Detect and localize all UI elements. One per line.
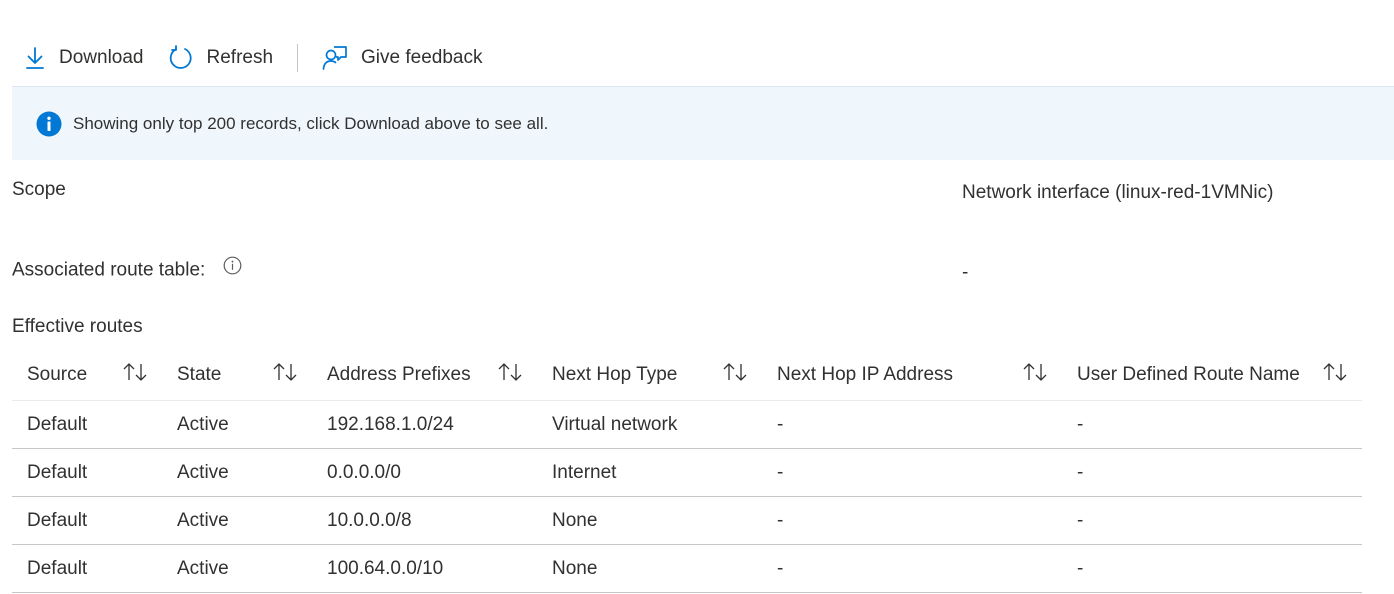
route-table-value: - (962, 262, 969, 283)
cell-next-hop-ip: - (777, 413, 784, 435)
column-header-source[interactable]: Source (12, 362, 162, 388)
cell-source: Default (27, 413, 88, 435)
info-banner: Showing only top 200 records, click Down… (12, 86, 1394, 160)
table-header-row: Source State Address Prefixes Next Hop T… (12, 350, 1362, 401)
table-row[interactable]: Default Active 10.0.0.0/8 None - - (12, 497, 1362, 545)
column-header-next-hop-ip-address[interactable]: Next Hop IP Address (762, 362, 1062, 388)
cell-next-hop-type: None (552, 509, 598, 531)
cell-next-hop-ip: - (777, 509, 784, 531)
effective-routes-title: Effective routes (12, 316, 143, 337)
sort-icon[interactable] (122, 362, 148, 388)
sort-icon[interactable] (1322, 362, 1348, 388)
cell-address-prefix: 0.0.0.0/0 (327, 461, 401, 483)
effective-routes-page: Download Refresh Give feedback Showing o… (0, 0, 1394, 594)
give-feedback-label: Give feedback (361, 47, 483, 68)
effective-routes-table: Source State Address Prefixes Next Hop T… (12, 350, 1362, 593)
info-icon (36, 111, 62, 137)
sort-icon[interactable] (722, 362, 748, 388)
column-header-label: Address Prefixes (327, 364, 471, 385)
cell-next-hop-type: Virtual network (552, 413, 678, 435)
column-header-next-hop-type[interactable]: Next Hop Type (537, 362, 762, 388)
column-header-label: Source (27, 364, 88, 385)
refresh-button[interactable]: Refresh (156, 38, 286, 78)
sort-icon[interactable] (1022, 362, 1048, 388)
cell-state: Active (177, 557, 229, 579)
cell-state: Active (177, 509, 229, 531)
table-row[interactable]: Default Active 100.64.0.0/10 None - - (12, 545, 1362, 593)
give-feedback-button[interactable]: Give feedback (310, 38, 494, 78)
toolbar: Download Refresh Give feedback (12, 38, 495, 78)
refresh-icon (168, 45, 194, 71)
cell-state: Active (177, 461, 229, 483)
download-label: Download (59, 47, 144, 68)
toolbar-divider (297, 44, 299, 72)
download-icon (24, 46, 46, 70)
cell-next-hop-type: Internet (552, 461, 617, 483)
column-header-address-prefixes[interactable]: Address Prefixes (312, 362, 537, 388)
cell-address-prefix: 10.0.0.0/8 (327, 509, 412, 531)
cell-address-prefix: 192.168.1.0/24 (327, 413, 454, 435)
scope-value: Network interface (linux-red-1VMNic) (962, 182, 1274, 203)
route-table-info-icon[interactable] (223, 256, 242, 281)
cell-route-name: - (1077, 557, 1084, 579)
sort-icon[interactable] (272, 362, 298, 388)
scope-label: Scope (12, 179, 66, 200)
column-header-label: State (177, 364, 222, 385)
download-button[interactable]: Download (12, 38, 156, 78)
cell-next-hop-ip: - (777, 557, 784, 579)
banner-message: Showing only top 200 records, click Down… (73, 113, 549, 133)
cell-route-name: - (1077, 461, 1084, 483)
cell-source: Default (27, 509, 88, 531)
column-header-label: Next Hop IP Address (777, 364, 954, 385)
cell-route-name: - (1077, 509, 1084, 531)
column-header-user-defined-route-name[interactable]: User Defined Route Name (1062, 362, 1362, 388)
refresh-label: Refresh (206, 47, 274, 68)
cell-next-hop-ip: - (777, 461, 784, 483)
feedback-icon (322, 45, 348, 71)
cell-address-prefix: 100.64.0.0/10 (327, 557, 444, 579)
cell-source: Default (27, 557, 88, 579)
sort-icon[interactable] (497, 362, 523, 388)
cell-route-name: - (1077, 413, 1084, 435)
cell-state: Active (177, 413, 229, 435)
table-row[interactable]: Default Active 0.0.0.0/0 Internet - - (12, 449, 1362, 497)
cell-source: Default (27, 461, 88, 483)
route-table-label-row: Associated route table: (12, 256, 242, 283)
table-row[interactable]: Default Active 192.168.1.0/24 Virtual ne… (12, 401, 1362, 449)
route-table-label: Associated route table: (12, 259, 206, 281)
cell-next-hop-type: None (552, 557, 598, 579)
column-header-state[interactable]: State (162, 362, 312, 388)
column-header-label: User Defined Route Name (1077, 364, 1300, 385)
column-header-label: Next Hop Type (552, 364, 678, 385)
